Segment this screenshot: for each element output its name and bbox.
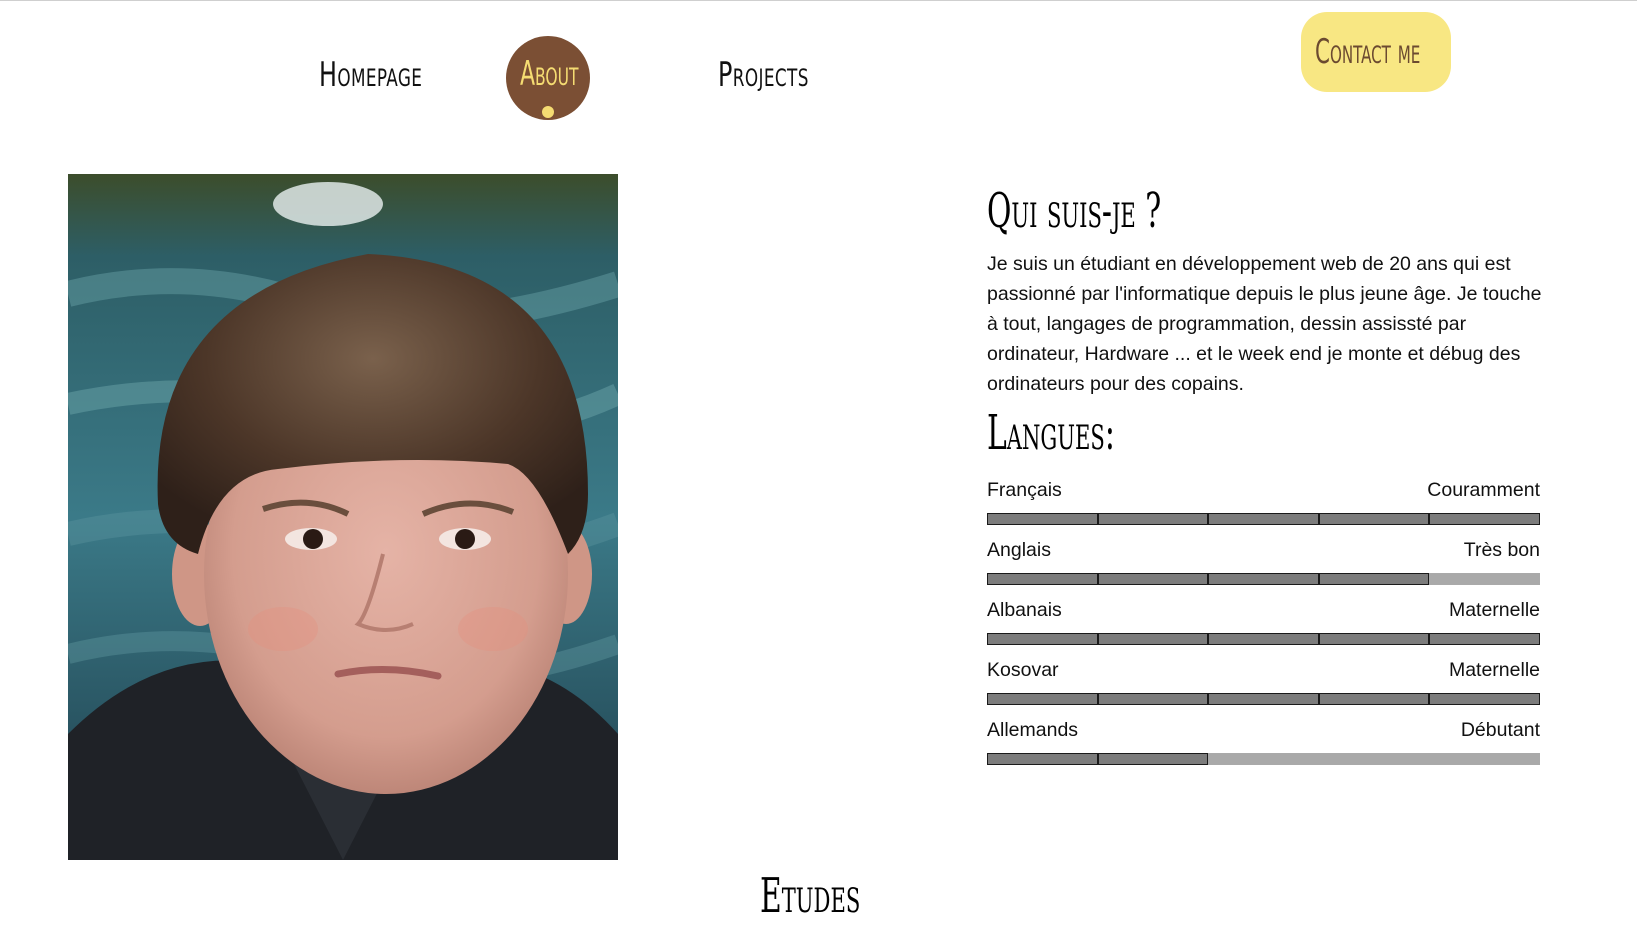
about-title: Qui suis-je ? bbox=[987, 183, 1162, 239]
language-name: Français bbox=[987, 479, 1062, 501]
level-segment bbox=[987, 693, 1098, 705]
level-segment bbox=[987, 753, 1098, 765]
language-row: Français Couramment bbox=[987, 479, 1540, 529]
contact-me-label: Contact me bbox=[1315, 32, 1421, 72]
nav-about-link[interactable]: About bbox=[506, 36, 590, 120]
language-level: Maternelle bbox=[1448, 659, 1540, 681]
level-segment bbox=[1208, 633, 1319, 645]
level-segment bbox=[1097, 693, 1209, 705]
level-segment bbox=[1429, 693, 1540, 705]
language-progress-bar bbox=[987, 633, 1540, 645]
level-segment bbox=[987, 633, 1098, 645]
language-row: Allemands Débutant bbox=[987, 719, 1540, 769]
level-segment bbox=[987, 513, 1098, 525]
level-segment bbox=[1318, 513, 1430, 525]
level-segment bbox=[1097, 753, 1209, 765]
level-segment bbox=[1097, 573, 1209, 585]
level-segment bbox=[1429, 633, 1540, 645]
language-name: Allemands bbox=[987, 719, 1079, 741]
top-border bbox=[0, 0, 1637, 1]
about-bio: Je suis un étudiant en développement web… bbox=[987, 253, 1542, 395]
language-name: Kosovar bbox=[987, 659, 1059, 681]
portrait-illustration bbox=[68, 174, 618, 860]
language-row: Kosovar Maternelle bbox=[987, 659, 1540, 709]
active-indicator-dot bbox=[542, 106, 554, 118]
level-segment bbox=[1208, 513, 1319, 525]
level-segment bbox=[1318, 693, 1430, 705]
language-name: Albanais bbox=[987, 599, 1062, 621]
language-row: Albanais Maternelle bbox=[987, 599, 1540, 649]
studies-title: Etudes bbox=[760, 868, 861, 924]
languages-title: Langues: bbox=[987, 405, 1115, 461]
level-segment bbox=[1208, 573, 1319, 585]
contact-me-button[interactable]: Contact me bbox=[1301, 12, 1451, 92]
language-level: Très bon bbox=[1463, 539, 1540, 561]
nav-homepage-link[interactable]: Homepage bbox=[319, 55, 422, 95]
level-segment bbox=[1097, 633, 1209, 645]
language-progress-bar bbox=[987, 513, 1540, 525]
nav-about-label: About bbox=[520, 54, 579, 94]
language-progress-bar bbox=[987, 573, 1540, 585]
level-segment bbox=[987, 573, 1098, 585]
language-level: Couramment bbox=[1427, 479, 1540, 501]
level-segment bbox=[1318, 633, 1430, 645]
portrait-photo bbox=[68, 174, 618, 860]
nav-projects-link[interactable]: Projects bbox=[718, 55, 809, 95]
level-segment bbox=[1429, 513, 1540, 525]
language-name: Anglais bbox=[987, 539, 1051, 561]
language-row: Anglais Très bon bbox=[987, 539, 1540, 589]
level-segment bbox=[1318, 573, 1430, 585]
level-segment bbox=[1208, 693, 1319, 705]
language-level: Débutant bbox=[1460, 719, 1540, 741]
language-progress-bar bbox=[987, 693, 1540, 705]
level-segment bbox=[1097, 513, 1209, 525]
language-progress-bar bbox=[987, 753, 1540, 765]
language-level: Maternelle bbox=[1448, 599, 1540, 621]
